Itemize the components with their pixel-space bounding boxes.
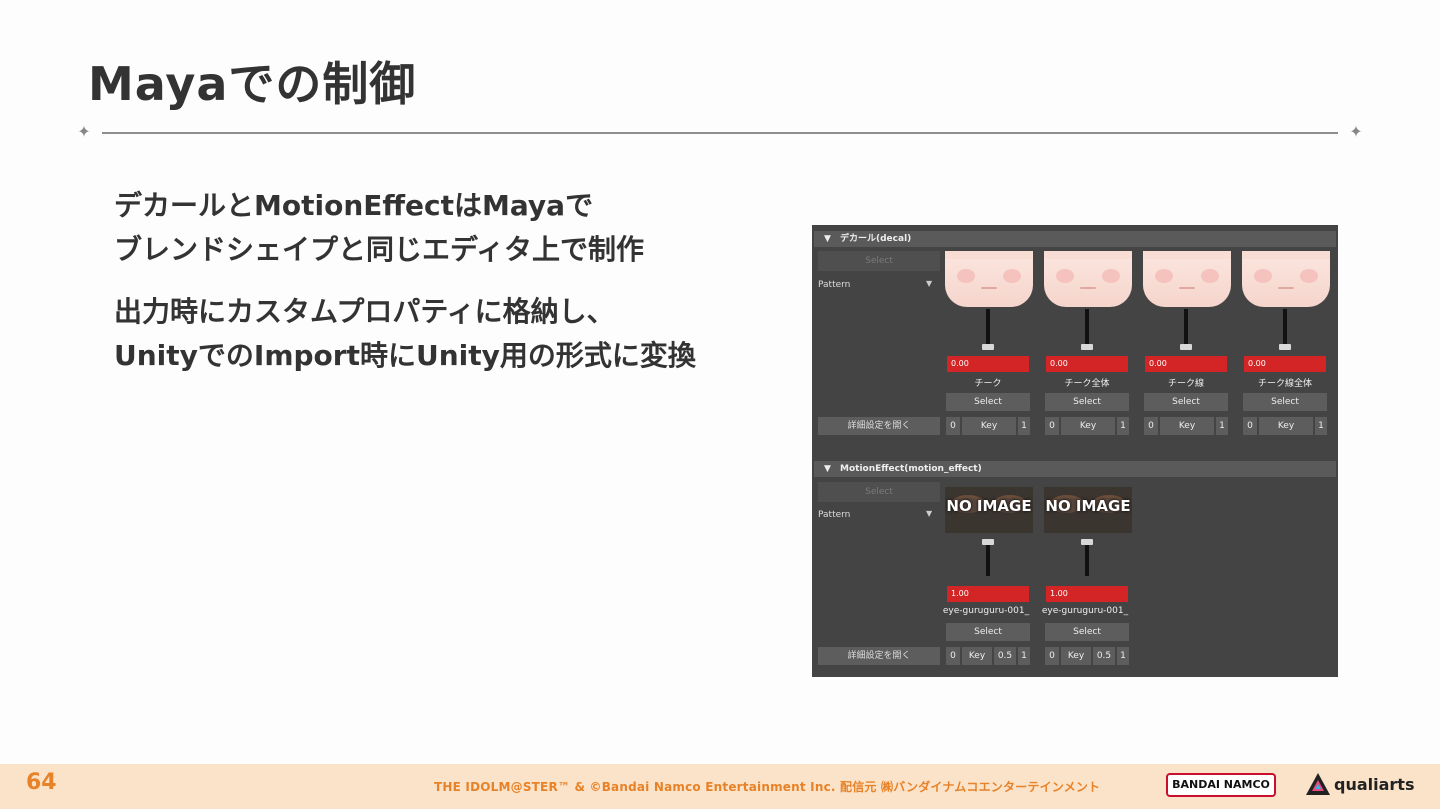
decal-thumbnail — [945, 251, 1033, 307]
decal-value-field[interactable]: 0.00 — [1145, 356, 1227, 372]
motion-section-header[interactable]: ▼ MotionEffect(motion_effect) — [814, 461, 1336, 477]
key-zero-button[interactable]: 0 — [1045, 647, 1059, 665]
qualiarts-logo: qualiarts — [1334, 775, 1415, 794]
no-image-label: NO IMAGE — [1045, 497, 1131, 515]
bullet-2: 出力時にカスタムプロパティに格納し、 UnityでのImport時にUnity用… — [114, 290, 784, 378]
motion-value-field[interactable]: 1.00 — [947, 586, 1029, 602]
decal-thumbnail — [1143, 251, 1231, 307]
key-one-button[interactable]: 1 — [1018, 647, 1030, 665]
key-button[interactable]: Key — [1160, 417, 1214, 435]
motion-value-field[interactable]: 1.00 — [1046, 586, 1128, 602]
title-divider — [102, 132, 1338, 134]
slide-title: Mayaでの制御 — [88, 57, 417, 111]
key-button[interactable]: Key — [1061, 417, 1115, 435]
decal-thumbnail — [1044, 251, 1132, 307]
motion-detail-button[interactable]: 詳細設定を開く — [818, 647, 940, 665]
bullet-1-line-2: ブレンドシェイプと同じエディタ上で制作 — [114, 233, 645, 266]
motion-caption: eye-guruguru-001_ — [942, 606, 1030, 616]
key-zero-button[interactable]: 0 — [946, 647, 960, 665]
key-one-button[interactable]: 1 — [1117, 647, 1129, 665]
motion-thumbnail: NO IMAGE — [945, 487, 1033, 533]
slide-body: デカールとMotionEffectはMayaで ブレンドシェイプと同じエディタ上… — [114, 184, 784, 396]
pattern-dropdown-icon[interactable]: ▼ — [926, 509, 932, 518]
decal-pattern-label: Pattern — [818, 280, 851, 290]
key-one-button[interactable]: 1 — [1216, 417, 1228, 435]
decal-slider-handle[interactable] — [982, 344, 994, 350]
motion-section-title: MotionEffect(motion_effect) — [840, 464, 982, 474]
decal-caption: チーク線 — [1167, 379, 1204, 389]
decal-section-title: デカール(decal) — [840, 234, 912, 244]
decal-value-field[interactable]: 0.00 — [1046, 356, 1128, 372]
page-number: 64 — [26, 770, 57, 795]
collapse-triangle-icon[interactable]: ▼ — [824, 461, 831, 477]
maya-editor-panel: ▼ デカール(decal) Select Pattern ▼ 詳細設定を開く 0… — [812, 225, 1338, 677]
motion-select-button[interactable]: Select — [1045, 623, 1129, 641]
decal-thumbnail — [1242, 251, 1330, 307]
sparkle-icon: ✦ — [1349, 122, 1363, 141]
decal-select-button[interactable]: Select — [1243, 393, 1327, 411]
motion-slider-handle[interactable] — [1081, 539, 1093, 545]
bullet-2-line-2: UnityでのImport時にUnity用の形式に変換 — [114, 339, 696, 372]
decal-select-button[interactable]: Select — [946, 393, 1030, 411]
motion-slider-handle[interactable] — [982, 539, 994, 545]
key-one-button[interactable]: 1 — [1018, 417, 1030, 435]
motion-caption: eye-guruguru-001_ — [1041, 606, 1129, 616]
bullet-2-line-1: 出力時にカスタムプロパティに格納し、 — [114, 295, 615, 328]
decal-select-button[interactable]: Select — [1045, 393, 1129, 411]
key-half-button[interactable]: 0.5 — [994, 647, 1016, 665]
key-half-button[interactable]: 0.5 — [1093, 647, 1115, 665]
decal-slider[interactable] — [1283, 309, 1287, 345]
motion-thumbnail: NO IMAGE — [1044, 487, 1132, 533]
key-zero-button[interactable]: 0 — [946, 417, 960, 435]
sparkle-icon: ✦ — [77, 122, 91, 141]
copyright-text: THE IDOLM@STER™ & ©Bandai Namco Entertai… — [434, 780, 1101, 794]
motion-slider[interactable] — [986, 540, 990, 576]
key-button[interactable]: Key — [1061, 647, 1091, 665]
bullet-1-line-1: デカールとMotionEffectはMayaで — [114, 189, 594, 222]
decal-slider-handle[interactable] — [1180, 344, 1192, 350]
key-zero-button[interactable]: 0 — [1144, 417, 1158, 435]
decal-value-field[interactable]: 0.00 — [947, 356, 1029, 372]
qualiarts-logo-icon — [1306, 773, 1330, 795]
decal-slider[interactable] — [1085, 309, 1089, 345]
bandai-namco-logo: BANDAI NAMCO — [1166, 773, 1276, 797]
key-button[interactable]: Key — [962, 417, 1016, 435]
decal-caption: チーク — [974, 379, 1002, 389]
decal-slider[interactable] — [1184, 309, 1188, 345]
decal-select-button[interactable]: Select — [1144, 393, 1228, 411]
motion-pattern-label: Pattern — [818, 510, 851, 520]
key-one-button[interactable]: 1 — [1315, 417, 1327, 435]
key-button[interactable]: Key — [962, 647, 992, 665]
decal-slider[interactable] — [986, 309, 990, 345]
decal-slider-handle[interactable] — [1081, 344, 1093, 350]
pattern-dropdown-icon[interactable]: ▼ — [926, 279, 932, 288]
decal-select-all-button[interactable]: Select — [818, 251, 940, 271]
decal-value-field[interactable]: 0.00 — [1244, 356, 1326, 372]
decal-caption: チーク線全体 — [1257, 379, 1312, 389]
motion-select-button[interactable]: Select — [946, 623, 1030, 641]
key-zero-button[interactable]: 0 — [1243, 417, 1257, 435]
key-zero-button[interactable]: 0 — [1045, 417, 1059, 435]
slide: Mayaでの制御 ✦ ✦ デカールとMotionEffectはMayaで ブレン… — [0, 0, 1440, 809]
no-image-label: NO IMAGE — [946, 497, 1032, 515]
motion-select-all-button[interactable]: Select — [818, 482, 940, 502]
key-one-button[interactable]: 1 — [1117, 417, 1129, 435]
decal-section-header[interactable]: ▼ デカール(decal) — [814, 231, 1336, 247]
bullet-1: デカールとMotionEffectはMayaで ブレンドシェイプと同じエディタ上… — [114, 184, 784, 272]
collapse-triangle-icon[interactable]: ▼ — [824, 231, 831, 247]
key-button[interactable]: Key — [1259, 417, 1313, 435]
decal-caption: チーク全体 — [1064, 379, 1110, 389]
decal-detail-button[interactable]: 詳細設定を開く — [818, 417, 940, 435]
motion-slider[interactable] — [1085, 540, 1089, 576]
decal-slider-handle[interactable] — [1279, 344, 1291, 350]
